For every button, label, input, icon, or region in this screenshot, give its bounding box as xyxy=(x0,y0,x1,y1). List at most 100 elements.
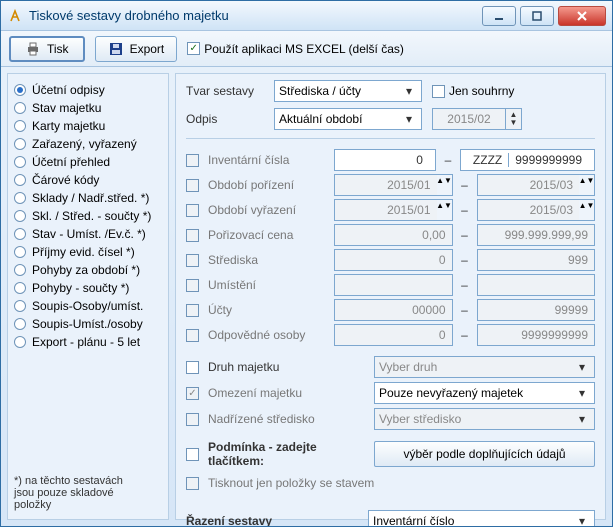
use-excel-checkbox[interactable]: Použít aplikaci MS EXCEL (delší čas) xyxy=(187,42,404,56)
nadr-check[interactable] xyxy=(186,413,199,426)
radio-icon xyxy=(14,102,26,114)
note-line: položky xyxy=(14,499,162,511)
filter-check[interactable] xyxy=(186,279,199,292)
note-line: jsou pouze skladové xyxy=(14,487,162,499)
print-button[interactable]: Tisk xyxy=(9,36,85,62)
sort-combo[interactable]: Inventární číslo ▾ xyxy=(368,510,595,526)
dash: – xyxy=(459,278,471,292)
filter-check[interactable] xyxy=(186,204,199,217)
druh-value: Vyber druh xyxy=(379,360,437,374)
odpis-label: Odpis xyxy=(186,112,266,126)
podm-button[interactable]: výběr podle doplňujících údajů xyxy=(374,441,595,467)
filter-from[interactable]: 0 xyxy=(334,249,453,271)
spinner-icon: ▲▼ xyxy=(505,109,521,129)
filter-from[interactable]: 2015/01▲▼ xyxy=(334,174,453,196)
odpis-combo[interactable]: Aktuální období ▾ xyxy=(274,108,422,130)
nadr-combo[interactable]: Vyber středisko ▾ xyxy=(374,408,595,430)
filter-from[interactable]: 0 xyxy=(334,324,453,346)
nadr-row: Nadřízené středisko Vyber středisko ▾ xyxy=(186,408,595,430)
filter-from[interactable]: 0,00 xyxy=(334,224,453,246)
filter-label: Účty xyxy=(208,303,328,317)
filter-to[interactable] xyxy=(477,274,596,296)
value: 00000 xyxy=(412,303,445,317)
chevron-down-icon: ▾ xyxy=(401,112,417,126)
minimize-button[interactable] xyxy=(482,6,516,26)
export-button[interactable]: Export xyxy=(95,36,178,62)
filter-label: Období pořízení xyxy=(208,178,328,192)
radio-icon xyxy=(14,84,26,96)
odpis-value: Aktuální období xyxy=(279,112,362,126)
report-option[interactable]: Stav majetku xyxy=(14,100,162,116)
export-label: Export xyxy=(130,42,165,56)
souhrny-checkbox[interactable]: Jen souhrny xyxy=(432,84,514,98)
report-option-label: Sklady / Nadř.střed. *) xyxy=(32,191,149,205)
dash: – xyxy=(459,328,471,342)
report-option[interactable]: Účetní přehled xyxy=(14,154,162,170)
druh-check[interactable] xyxy=(186,361,199,374)
radio-icon xyxy=(14,120,26,132)
filter-from[interactable]: 0 xyxy=(334,149,436,171)
filter-to[interactable]: 2015/03▲▼ xyxy=(477,174,596,196)
report-option-label: Soupis-Umíst./osoby xyxy=(32,317,143,331)
radio-icon xyxy=(14,174,26,186)
podm-check[interactable] xyxy=(186,448,199,461)
stav-check[interactable] xyxy=(186,477,199,490)
filter-check[interactable] xyxy=(186,154,199,167)
filter-from[interactable] xyxy=(334,274,453,296)
filter-check[interactable] xyxy=(186,229,199,242)
report-option[interactable]: Čárové kódy xyxy=(14,172,162,188)
value: 2015/01 xyxy=(387,203,430,217)
filter-check[interactable] xyxy=(186,179,199,192)
filter-to[interactable]: 2015/03▲▼ xyxy=(477,199,596,221)
filter-check[interactable] xyxy=(186,304,199,317)
omez-check[interactable] xyxy=(186,387,199,400)
podm-row: Podmínka - zadejte tlačítkem: výběr podl… xyxy=(186,440,595,468)
main-panel: Tvar sestavy Střediska / účty ▾ Jen souh… xyxy=(175,73,606,520)
report-option[interactable]: Pohyby - součty *) xyxy=(14,280,162,296)
filter-check[interactable] xyxy=(186,254,199,267)
sidebar-note: *) na těchto sestavách jsou pouze sklado… xyxy=(14,463,162,511)
omez-combo[interactable]: Pouze nevyřazený majetek ▾ xyxy=(374,382,595,404)
podm-label: Podmínka - zadejte tlačítkem: xyxy=(208,440,368,468)
filter-to[interactable]: 99999 xyxy=(477,299,596,321)
filter-to[interactable]: 999.999.999,99 xyxy=(477,224,596,246)
filter-from[interactable]: 2015/01▲▼ xyxy=(334,199,453,221)
tvar-combo[interactable]: Střediska / účty ▾ xyxy=(274,80,422,102)
value: 0 xyxy=(439,328,446,342)
value: 9999999999 xyxy=(521,328,588,342)
report-option[interactable]: Stav - Umíst. /Ev.č. *) xyxy=(14,226,162,242)
report-option[interactable]: Příjmy evid. čísel *) xyxy=(14,244,162,260)
filter-label: Pořizovací cena xyxy=(208,228,328,242)
report-option[interactable]: Sklady / Nadř.střed. *) xyxy=(14,190,162,206)
report-option-label: Čárové kódy xyxy=(32,173,99,187)
filter-accounts: Účty 00000 – 99999 xyxy=(186,299,595,321)
dash: – xyxy=(459,228,471,242)
filter-label: Inventární čísla xyxy=(208,153,328,167)
filter-centers: Střediska 0 – 999 xyxy=(186,249,595,271)
close-button[interactable] xyxy=(558,6,606,26)
report-option[interactable]: Export - plánu - 5 let xyxy=(14,334,162,350)
period-spin[interactable]: 2015/02 ▲▼ xyxy=(432,108,522,130)
stav-row: Tisknout jen položky se stavem xyxy=(186,476,595,490)
report-option[interactable]: Soupis-Osoby/umíst. xyxy=(14,298,162,314)
titlebar: Tiskové sestavy drobného majetku xyxy=(1,1,612,31)
filter-to[interactable]: 999 xyxy=(477,249,596,271)
report-option[interactable]: Karty majetku xyxy=(14,118,162,134)
filter-check[interactable] xyxy=(186,329,199,342)
filter-label: Střediska xyxy=(208,253,328,267)
value: 2015/03 xyxy=(530,178,573,192)
body: Účetní odpisy Stav majetku Karty majetku… xyxy=(1,67,612,526)
report-option[interactable]: Soupis-Umíst./osoby xyxy=(14,316,162,332)
report-option[interactable]: Zařazený, vyřazený xyxy=(14,136,162,152)
dash: – xyxy=(459,178,471,192)
report-option[interactable]: Skl. / Střed. - součty *) xyxy=(14,208,162,224)
report-option[interactable]: Účetní odpisy xyxy=(14,82,162,98)
filter-to[interactable]: 9999999999 xyxy=(477,324,596,346)
check-icon xyxy=(432,85,445,98)
note-line: *) na těchto sestavách xyxy=(14,475,162,487)
maximize-button[interactable] xyxy=(520,6,554,26)
report-option[interactable]: Pohyby za období *) xyxy=(14,262,162,278)
druh-combo[interactable]: Vyber druh ▾ xyxy=(374,356,595,378)
filter-from[interactable]: 00000 xyxy=(334,299,453,321)
filter-to[interactable]: ZZZZ 9999999999 xyxy=(460,149,595,171)
